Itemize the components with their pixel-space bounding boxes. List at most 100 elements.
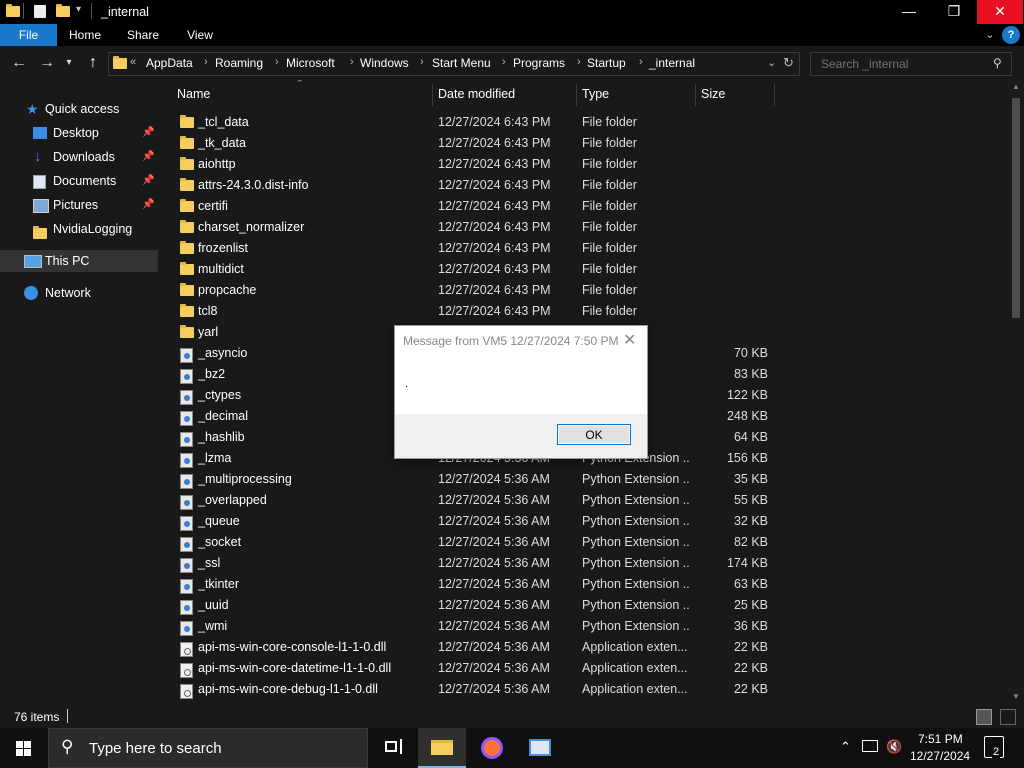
- table-row[interactable]: api-ms-win-core-datetime-l1-1-0.dll 12/27…: [158, 658, 1008, 679]
- file-type: File folder: [582, 283, 637, 297]
- table-row[interactable]: _uuid 12/27/2024 5:36 AM Python Extension …: [158, 595, 1008, 616]
- table-row[interactable]: multidict 12/27/2024 6:43 PM File folder: [158, 259, 1008, 280]
- properties-icon[interactable]: [34, 5, 46, 18]
- table-row[interactable]: _tk_data 12/27/2024 6:43 PM File folder: [158, 133, 1008, 154]
- details-view-icon[interactable]: [976, 709, 992, 725]
- table-row[interactable]: charset_normalizer 12/27/2024 6:43 PM File…: [158, 217, 1008, 238]
- table-row[interactable]: api-ms-win-core-console-l1-1-0.dll 12/27/…: [158, 637, 1008, 658]
- file-date: 12/27/2024 5:36 AM: [438, 577, 550, 591]
- chevron-right-icon[interactable]: ›: [502, 56, 506, 68]
- table-row[interactable]: _wmi 12/27/2024 5:36 AM Python Extension .…: [158, 616, 1008, 637]
- table-row[interactable]: aiohttp 12/27/2024 6:43 PM File folder: [158, 154, 1008, 175]
- table-row[interactable]: attrs-24.3.0.dist-info 12/27/2024 6:43 PM…: [158, 175, 1008, 196]
- large-icons-view-icon[interactable]: [1000, 709, 1016, 725]
- breadcrumb-roaming[interactable]: Roaming: [215, 56, 263, 70]
- forward-button[interactable]: →: [36, 52, 58, 74]
- address-bar[interactable]: « AppData › Roaming › Microsoft › Window…: [108, 52, 800, 76]
- start-button[interactable]: [0, 728, 48, 768]
- breadcrumb-windows[interactable]: Windows: [360, 56, 409, 70]
- back-button[interactable]: ←: [8, 52, 30, 74]
- scroll-down-icon[interactable]: ▼: [1012, 692, 1020, 701]
- column-divider[interactable]: [576, 84, 577, 106]
- column-header-size[interactable]: Size: [701, 80, 725, 108]
- close-button[interactable]: ✕: [977, 0, 1023, 24]
- nav-quick-access[interactable]: ★ Quick access: [0, 98, 158, 120]
- file-explorer-taskbar-button[interactable]: [418, 728, 466, 768]
- chevron-right-icon[interactable]: ›: [577, 56, 581, 68]
- chevron-right-icon[interactable]: ›: [420, 56, 424, 68]
- minimize-button[interactable]: —: [886, 0, 932, 24]
- search-box[interactable]: ⚲: [810, 52, 1012, 76]
- ok-button[interactable]: OK: [557, 424, 631, 445]
- nav-network[interactable]: Network: [0, 282, 158, 304]
- chevron-up-icon[interactable]: ⌃: [840, 739, 851, 755]
- column-header-date[interactable]: Date modified: [438, 80, 515, 108]
- chevron-down-icon[interactable]: ▾: [76, 4, 81, 20]
- scrollbar-thumb[interactable]: [1012, 98, 1020, 318]
- table-row[interactable]: _queue 12/27/2024 5:36 AM Python Extension…: [158, 511, 1008, 532]
- nav-documents[interactable]: Documents 📌: [0, 170, 158, 192]
- breadcrumb-startup[interactable]: Startup: [587, 56, 626, 70]
- speaker-muted-icon[interactable]: 🔇: [886, 739, 902, 755]
- nav-desktop[interactable]: Desktop 📌: [0, 122, 158, 144]
- nav-pictures[interactable]: Pictures 📌: [0, 194, 158, 216]
- column-divider[interactable]: [774, 84, 775, 106]
- breadcrumb-overflow[interactable]: «: [130, 56, 136, 68]
- pin-icon[interactable]: 📌: [142, 122, 154, 144]
- table-row[interactable]: _multiprocessing 12/27/2024 5:36 AM Python…: [158, 469, 1008, 490]
- column-header-type[interactable]: Type: [582, 80, 609, 108]
- help-icon[interactable]: ?: [1002, 26, 1020, 44]
- address-history-icon[interactable]: ⌄: [767, 56, 776, 69]
- table-row[interactable]: frozenlist 12/27/2024 6:43 PM File folder: [158, 238, 1008, 259]
- vertical-scrollbar[interactable]: ▲ ▼: [1008, 80, 1024, 706]
- table-row[interactable]: _tcl_data 12/27/2024 6:43 PM File folder: [158, 112, 1008, 133]
- breadcrumb-internal[interactable]: _internal: [649, 56, 695, 70]
- network-status-icon[interactable]: [862, 740, 878, 752]
- column-divider[interactable]: [695, 84, 696, 106]
- refresh-button[interactable]: ↻: [783, 55, 794, 71]
- taskbar-time[interactable]: 7:51 PM: [918, 732, 963, 746]
- table-row[interactable]: api-ms-win-core-debug-l1-1-0.dll 12/27/20…: [158, 679, 1008, 700]
- dialog-close-button[interactable]: ✕: [623, 330, 636, 350]
- table-row[interactable]: _socket 12/27/2024 5:36 AM Python Extensio…: [158, 532, 1008, 553]
- column-header-name[interactable]: Name: [177, 80, 210, 108]
- pin-icon[interactable]: 📌: [142, 146, 154, 168]
- nav-nvidialogging[interactable]: NvidiaLogging: [0, 218, 158, 240]
- nav-downloads[interactable]: ↓ Downloads 📌: [0, 146, 158, 168]
- maximize-button[interactable]: ❐: [931, 0, 977, 24]
- chevron-right-icon[interactable]: ›: [204, 56, 208, 68]
- search-input[interactable]: [819, 56, 993, 72]
- taskbar-search-box[interactable]: ⚲ Type here to search: [48, 728, 368, 768]
- breadcrumb-microsoft[interactable]: Microsoft: [286, 56, 335, 70]
- chevron-right-icon[interactable]: ›: [350, 56, 354, 68]
- table-row[interactable]: certifi 12/27/2024 6:43 PM File folder: [158, 196, 1008, 217]
- tab-home[interactable]: Home: [57, 24, 113, 46]
- firefox-taskbar-button[interactable]: [468, 728, 516, 768]
- nav-this-pc[interactable]: This PC: [0, 250, 158, 272]
- scroll-up-icon[interactable]: ▲: [1012, 82, 1020, 91]
- pin-icon[interactable]: 📌: [142, 170, 154, 192]
- recent-locations-icon[interactable]: ▾: [62, 52, 76, 74]
- column-divider[interactable]: [432, 84, 433, 106]
- tab-view[interactable]: View: [173, 24, 227, 46]
- app-taskbar-button[interactable]: [516, 728, 564, 768]
- new-folder-icon[interactable]: [56, 4, 70, 22]
- table-row[interactable]: propcache 12/27/2024 6:43 PM File folder: [158, 280, 1008, 301]
- up-button[interactable]: ↑: [82, 52, 104, 74]
- table-row[interactable]: tcl8 12/27/2024 6:43 PM File folder: [158, 301, 1008, 322]
- table-row[interactable]: _tkinter 12/27/2024 5:36 AM Python Extensi…: [158, 574, 1008, 595]
- pin-icon[interactable]: 📌: [142, 194, 154, 216]
- taskbar-date[interactable]: 12/27/2024: [910, 749, 970, 763]
- chevron-right-icon[interactable]: ›: [639, 56, 643, 68]
- breadcrumb-appdata[interactable]: AppData: [146, 56, 193, 70]
- table-row[interactable]: _ssl 12/27/2024 5:36 AM Python Extension .…: [158, 553, 1008, 574]
- search-icon[interactable]: ⚲: [993, 56, 1002, 70]
- table-row[interactable]: _overlapped 12/27/2024 5:36 AM Python Exte…: [158, 490, 1008, 511]
- tab-file[interactable]: File: [0, 24, 57, 46]
- tab-share[interactable]: Share: [113, 24, 173, 46]
- chevron-right-icon[interactable]: ›: [275, 56, 279, 68]
- task-view-button[interactable]: [368, 728, 416, 768]
- breadcrumb-programs[interactable]: Programs: [513, 56, 565, 70]
- breadcrumb-start-menu[interactable]: Start Menu: [432, 56, 491, 70]
- expand-ribbon-icon[interactable]: ⌄: [982, 24, 998, 46]
